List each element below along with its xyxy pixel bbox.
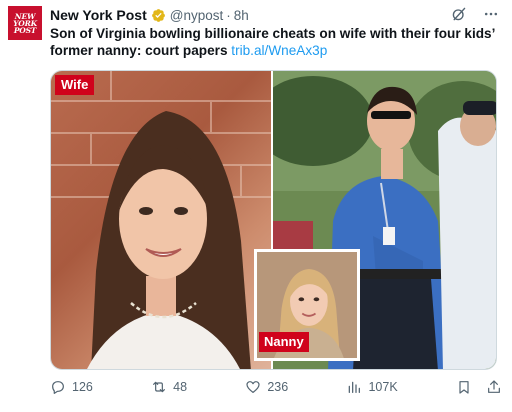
bookmark-icon <box>459 381 469 394</box>
repost-icon <box>153 381 166 393</box>
verified-badge-icon[interactable] <box>151 8 166 23</box>
bookmark-button[interactable] <box>456 379 472 395</box>
tweet-header: New York Post @nypost · 8h <box>50 6 500 24</box>
nanny-inset-photo[interactable]: Nanny <box>254 249 360 361</box>
wife-photo[interactable]: Wife <box>51 71 271 369</box>
wife-label: Wife <box>55 75 95 95</box>
reply-count: 126 <box>72 380 93 394</box>
share-button[interactable] <box>486 379 502 395</box>
tweet-link[interactable]: trib.al/WneAx3p <box>231 43 327 58</box>
views-count: 107K <box>368 380 398 394</box>
views-icon <box>349 381 361 393</box>
grok-icon[interactable] <box>450 5 468 23</box>
avatar[interactable]: NEW YORK POST <box>8 6 42 40</box>
repost-count: 48 <box>173 380 188 394</box>
nanny-label: Nanny <box>259 332 309 352</box>
tweet-actions-bar: 126 48 236 107K <box>50 376 502 398</box>
separator-dot: · <box>226 7 231 23</box>
heart-icon <box>246 381 260 393</box>
share-icon <box>488 380 500 393</box>
like-count: 236 <box>267 380 289 394</box>
account-name[interactable]: New York Post <box>50 7 147 23</box>
timestamp[interactable]: 8h <box>234 8 249 23</box>
views-button[interactable]: 107K <box>346 379 398 395</box>
tweet-media[interactable]: Wife Nanny <box>50 70 497 370</box>
account-handle[interactable]: @nypost <box>170 8 223 23</box>
more-options-icon[interactable] <box>482 5 500 23</box>
repost-button[interactable]: 48 <box>151 379 187 395</box>
reply-icon <box>52 381 64 394</box>
tweet-card[interactable]: NEW YORK POST New York Post @nypost · 8h… <box>0 0 512 412</box>
reply-button[interactable]: 126 <box>50 379 93 395</box>
tweet-text: Son of Virginia bowling billionaire chea… <box>50 25 502 59</box>
like-button[interactable]: 236 <box>245 379 288 395</box>
avatar-line: POST <box>13 25 37 35</box>
